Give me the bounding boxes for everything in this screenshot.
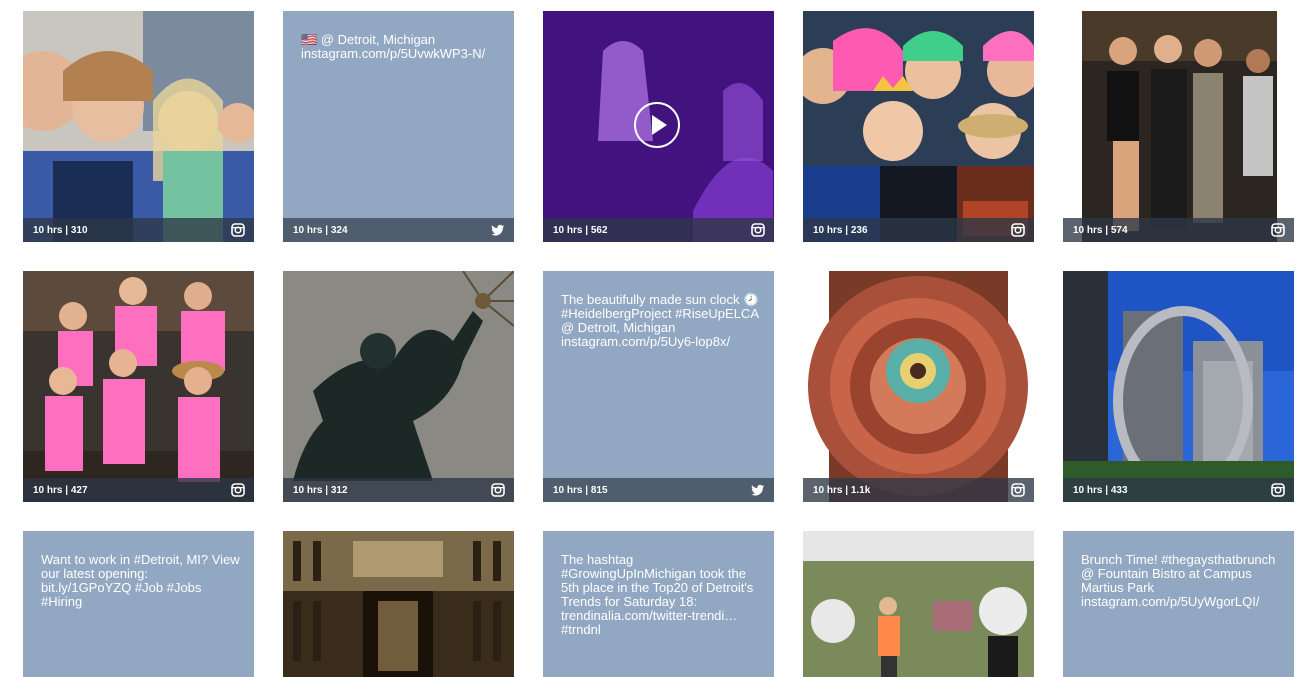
post-footer: 10 hrs | 312 bbox=[283, 478, 514, 502]
post-text: Want to work in #Detroit, MI? View our l… bbox=[41, 552, 240, 609]
post-photo bbox=[283, 271, 514, 502]
post-tile-9[interactable]: 10 hrs | 1.1k bbox=[803, 271, 1034, 502]
instagram-icon[interactable] bbox=[491, 483, 505, 497]
post-age-and-count: 10 hrs | 310 bbox=[33, 225, 88, 236]
post-tile-3[interactable]: 10 hrs | 562 bbox=[543, 11, 774, 242]
twitter-icon[interactable] bbox=[751, 483, 765, 497]
post-tile-12[interactable] bbox=[283, 531, 514, 677]
post-footer: 10 hrs | 433 bbox=[1063, 478, 1294, 502]
post-age-and-count: 10 hrs | 562 bbox=[553, 225, 608, 236]
twitter-icon[interactable] bbox=[491, 223, 505, 237]
post-photo bbox=[1063, 271, 1294, 502]
post-age-and-count: 10 hrs | 236 bbox=[813, 225, 868, 236]
instagram-icon[interactable] bbox=[1271, 483, 1285, 497]
post-footer: 10 hrs | 427 bbox=[23, 478, 254, 502]
instagram-icon[interactable] bbox=[231, 223, 245, 237]
post-age-and-count: 10 hrs | 312 bbox=[293, 485, 348, 496]
post-footer: 10 hrs | 324 bbox=[283, 218, 514, 242]
post-tile-10[interactable]: 10 hrs | 433 bbox=[1063, 271, 1294, 502]
post-age-and-count: 10 hrs | 433 bbox=[1073, 485, 1128, 496]
post-tile-8[interactable]: The beautifully made sun clock 🕗 #Heidel… bbox=[543, 271, 774, 502]
post-tile-1[interactable]: 10 hrs | 310 bbox=[23, 11, 254, 242]
post-text: 🇺🇸 @ Detroit, Michigan instagram.com/p/5… bbox=[301, 32, 486, 61]
instagram-icon[interactable] bbox=[1011, 483, 1025, 497]
post-footer: 10 hrs | 236 bbox=[803, 218, 1034, 242]
post-age-and-count: 10 hrs | 574 bbox=[1073, 225, 1128, 236]
post-tile-2[interactable]: 🇺🇸 @ Detroit, Michigan instagram.com/p/5… bbox=[283, 11, 514, 242]
post-age-and-count: 10 hrs | 815 bbox=[553, 485, 608, 496]
post-tile-6[interactable]: 10 hrs | 427 bbox=[23, 271, 254, 502]
post-tile-13[interactable]: The hashtag #GrowingUpInMichigan took th… bbox=[543, 531, 774, 677]
post-text: The beautifully made sun clock 🕗 #Heidel… bbox=[561, 292, 760, 349]
post-text: Brunch Time! #thegaysthatbrunch @ Founta… bbox=[1081, 552, 1276, 609]
instagram-icon[interactable] bbox=[751, 223, 765, 237]
instagram-icon[interactable] bbox=[1011, 223, 1025, 237]
post-age-and-count: 10 hrs | 1.1k bbox=[813, 485, 871, 496]
instagram-icon[interactable] bbox=[231, 483, 245, 497]
post-photo bbox=[23, 11, 254, 242]
post-tile-7[interactable]: 10 hrs | 312 bbox=[283, 271, 514, 502]
post-photo bbox=[808, 271, 1028, 502]
post-footer: 10 hrs | 562 bbox=[543, 218, 774, 242]
post-tile-11[interactable]: Want to work in #Detroit, MI? View our l… bbox=[23, 531, 254, 677]
post-text: The hashtag #GrowingUpInMichigan took th… bbox=[561, 552, 754, 637]
post-tile-14[interactable] bbox=[803, 531, 1034, 677]
social-wall-grid: 10 hrs | 310 🇺🇸 @ Detroit, Michigan inst… bbox=[0, 0, 1297, 677]
post-footer: 10 hrs | 310 bbox=[23, 218, 254, 242]
post-tile-5[interactable]: 10 hrs | 574 bbox=[1063, 11, 1294, 242]
post-tile-4[interactable]: 10 hrs | 236 bbox=[803, 11, 1034, 242]
post-photo bbox=[803, 531, 1034, 677]
post-photo bbox=[283, 531, 514, 677]
post-footer: 10 hrs | 574 bbox=[1063, 218, 1294, 242]
instagram-icon[interactable] bbox=[1271, 223, 1285, 237]
post-photo bbox=[23, 271, 254, 502]
post-age-and-count: 10 hrs | 324 bbox=[293, 225, 348, 236]
play-button[interactable] bbox=[634, 102, 680, 148]
post-photo bbox=[1082, 11, 1277, 242]
post-photo bbox=[803, 11, 1034, 242]
post-footer: 10 hrs | 1.1k bbox=[803, 478, 1034, 502]
post-age-and-count: 10 hrs | 427 bbox=[33, 485, 88, 496]
post-tile-15[interactable]: Brunch Time! #thegaysthatbrunch @ Founta… bbox=[1063, 531, 1294, 677]
post-footer: 10 hrs | 815 bbox=[543, 478, 774, 502]
